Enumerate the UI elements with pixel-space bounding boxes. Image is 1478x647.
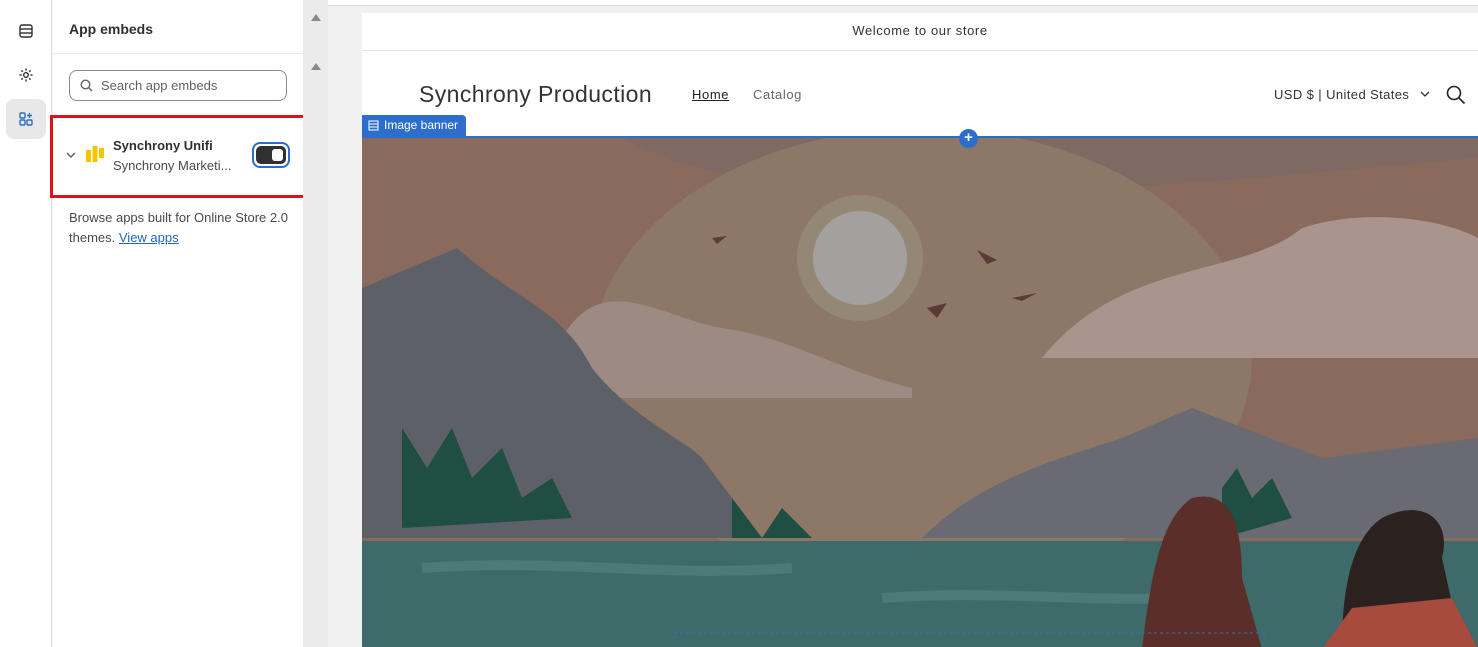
- currency-selector[interactable]: USD $ | United States: [1274, 87, 1431, 102]
- banner-illustration: [362, 128, 1478, 647]
- store-name[interactable]: Synchrony Production: [419, 81, 652, 108]
- chevron-down-icon[interactable]: [65, 147, 77, 165]
- section-tag[interactable]: Image banner: [362, 115, 467, 136]
- browse-apps-text: Browse apps built for Online Store 2.0 t…: [69, 208, 289, 248]
- preview-toolbar-edge: [328, 0, 1478, 6]
- section-tag-label: Image banner: [384, 118, 459, 132]
- toggle-track: [256, 146, 286, 164]
- search-icon: [1446, 85, 1466, 105]
- store-preview: Welcome to our store Synchrony Productio…: [362, 13, 1478, 647]
- editor-icon-rail: [0, 0, 52, 647]
- theme-settings-button[interactable]: [6, 55, 46, 95]
- toggle-knob: [272, 149, 283, 161]
- app-embed-toggle[interactable]: [252, 142, 290, 168]
- app-embeds-button[interactable]: [6, 99, 46, 139]
- nav-link-catalog[interactable]: Catalog: [753, 87, 802, 102]
- chevron-down-icon: [1420, 91, 1430, 97]
- inner-scroll-up-arrow-icon[interactable]: [311, 63, 321, 70]
- apps-icon: [19, 112, 33, 126]
- sections-icon: [19, 24, 33, 38]
- panel-title: App embeds: [53, 0, 303, 54]
- scroll-up-arrow-icon[interactable]: [311, 14, 321, 21]
- currency-label: USD $ | United States: [1274, 87, 1410, 102]
- app-logo-icon: [85, 144, 105, 164]
- gear-icon: [19, 68, 33, 82]
- image-banner[interactable]: [362, 128, 1478, 647]
- app-name: Synchrony Unifi: [113, 138, 213, 153]
- nav-link-home[interactable]: Home: [692, 87, 729, 102]
- add-section-button[interactable]: +: [959, 129, 978, 148]
- search-placeholder: Search app embeds: [101, 78, 218, 93]
- announcement-bar: Welcome to our store: [362, 13, 1478, 51]
- view-apps-link[interactable]: View apps: [119, 230, 179, 245]
- app-embeds-panel: App embeds Search app embeds Synchrony U…: [53, 0, 303, 647]
- search-input[interactable]: Search app embeds: [69, 70, 287, 101]
- header-search-button[interactable]: [1446, 85, 1466, 110]
- app-embed-item[interactable]: Synchrony Unifi Synchrony Marketi...: [53, 126, 303, 184]
- section-icon: [368, 120, 379, 131]
- app-developer: Synchrony Marketi...: [113, 158, 232, 173]
- panel-scrollbar[interactable]: [303, 0, 328, 647]
- search-icon: [80, 79, 93, 92]
- sections-button[interactable]: [6, 11, 46, 51]
